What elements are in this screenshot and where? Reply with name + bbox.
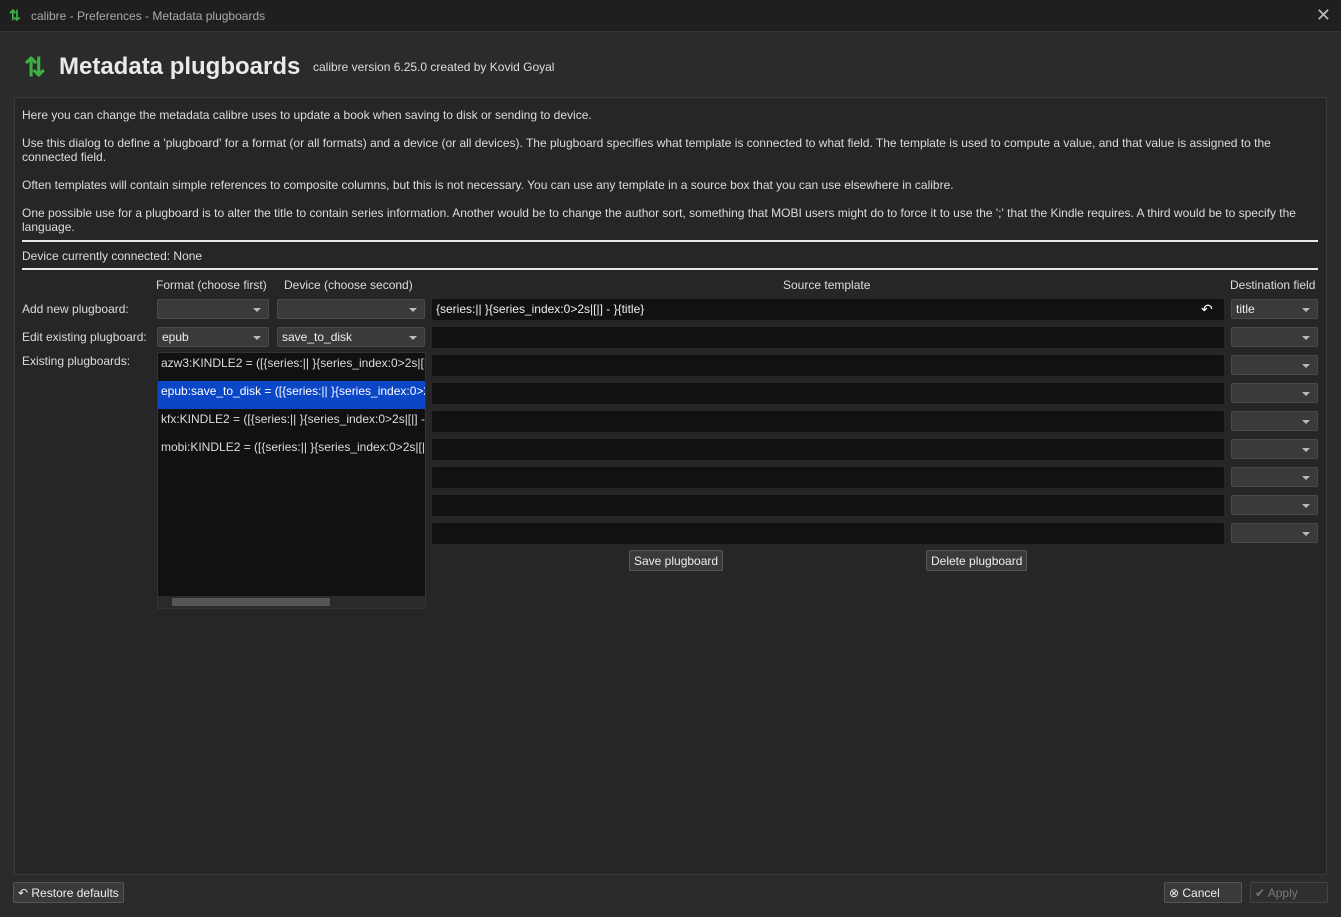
destination-field-select[interactable] (1231, 439, 1318, 459)
destination-field-select[interactable]: title (1231, 299, 1318, 319)
list-item[interactable]: mobi:KINDLE2 = ([{series:|| }{series_ind… (158, 437, 425, 465)
edit-format-select[interactable]: epub (157, 327, 269, 347)
restore-defaults-button[interactable]: ↶ Restore defaults (13, 882, 124, 903)
edit-device-select[interactable]: save_to_disk (277, 327, 425, 347)
cancel-button[interactable]: ⊗ Cancel (1164, 882, 1242, 903)
source-template-input[interactable] (432, 439, 1224, 460)
source-template-input[interactable]: {series:|| }{series_index:0>2s|[|] - }{t… (432, 299, 1224, 320)
save-plugboard-button[interactable]: Save plugboard (629, 550, 724, 571)
restore-label: Restore defaults (31, 886, 119, 900)
version-text: calibre version 6.25.0 created by Kovid … (313, 60, 555, 74)
cancel-icon: ⊗ (1169, 886, 1183, 900)
divider (22, 268, 1318, 270)
undo-icon: ↶ (18, 886, 32, 900)
device-connected: Device currently connected: None (22, 249, 203, 263)
source-template-input[interactable] (432, 495, 1224, 516)
calibre-logo-icon: ⇅ (9, 7, 21, 23)
add-format-select[interactable] (157, 299, 269, 319)
description-4: One possible use for a plugboard is to a… (22, 206, 1296, 234)
title-bar: ⇅ calibre - Preferences - Metadata plugb… (0, 0, 1341, 32)
source-template-input[interactable] (432, 383, 1224, 404)
destination-field-select[interactable] (1231, 523, 1318, 543)
close-icon[interactable]: ✕ (1316, 5, 1331, 26)
source-column-header: Source template (783, 278, 871, 292)
destination-field-select[interactable] (1231, 327, 1318, 347)
source-template-input[interactable] (432, 411, 1224, 432)
destination-field-select[interactable] (1231, 383, 1318, 403)
undo-icon[interactable]: ↶ (1201, 301, 1213, 318)
destination-field-select[interactable] (1231, 411, 1318, 431)
divider (22, 240, 1318, 242)
horizontal-scrollbar[interactable] (158, 596, 425, 608)
existing-plugboards-list[interactable]: azw3:KINDLE2 = ([{series:|| }{series_ind… (157, 352, 426, 609)
check-icon: ✔ (1255, 886, 1268, 900)
list-item-selected[interactable]: epub:save_to_disk = ([{series:|| }{serie… (158, 381, 425, 409)
list-item[interactable]: kfx:KINDLE2 = ([{series:|| }{series_inde… (158, 409, 425, 437)
device-column-header: Device (choose second) (284, 278, 413, 292)
plugboard-icon: ⇅ (24, 52, 46, 82)
cancel-label: Cancel (1182, 886, 1220, 900)
destination-field-select[interactable] (1231, 355, 1318, 375)
page-title: Metadata plugboards (59, 53, 301, 80)
apply-label: Apply (1267, 886, 1298, 900)
apply-button[interactable]: ✔ Apply (1250, 882, 1328, 903)
source-template-input[interactable] (432, 355, 1224, 376)
format-column-header: Format (choose first) (156, 278, 267, 292)
add-device-select[interactable] (277, 299, 425, 319)
dest-column-header: Destination field (1230, 278, 1316, 292)
edit-existing-label: Edit existing plugboard: (22, 330, 147, 344)
source-template-input[interactable] (432, 327, 1224, 348)
destination-field-select[interactable] (1231, 467, 1318, 487)
destination-field-select[interactable] (1231, 495, 1318, 515)
description-1: Here you can change the metadata calibre… (22, 108, 592, 122)
description-3: Often templates will contain simple refe… (22, 178, 954, 192)
source-template-input[interactable] (432, 523, 1224, 544)
list-item[interactable]: azw3:KINDLE2 = ([{series:|| }{series_ind… (158, 353, 425, 381)
scrollbar-thumb[interactable] (172, 598, 330, 606)
add-new-label: Add new plugboard: (22, 302, 129, 316)
existing-label: Existing plugboards: (22, 354, 131, 368)
window-title: calibre - Preferences - Metadata plugboa… (31, 9, 266, 23)
source-template-input[interactable] (432, 467, 1224, 488)
description-2: Use this dialog to define a 'plugboard' … (22, 136, 1271, 164)
delete-plugboard-button[interactable]: Delete plugboard (926, 550, 1028, 571)
